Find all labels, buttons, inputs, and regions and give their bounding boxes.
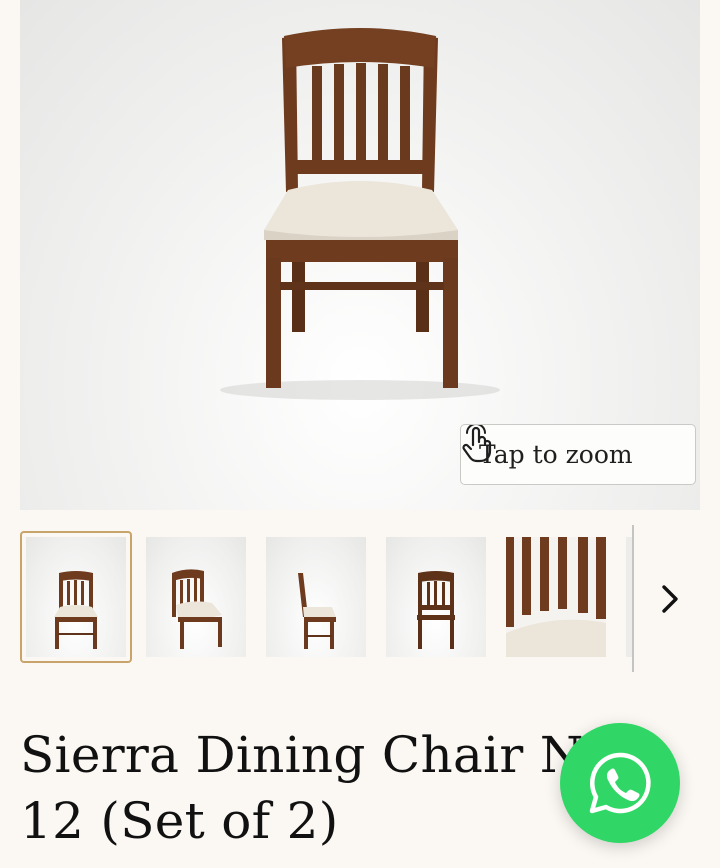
- whatsapp-button[interactable]: [560, 723, 680, 843]
- main-product-image[interactable]: Tap to zoom: [20, 0, 700, 510]
- thumbnail-back[interactable]: [386, 537, 486, 657]
- thumbnail-side[interactable]: [266, 537, 366, 657]
- thumbnail-divider: [632, 525, 634, 672]
- thumbnail-three-quarter[interactable]: [146, 537, 246, 657]
- tap-to-zoom-label: Tap to zoom: [479, 440, 633, 469]
- thumbnail-strip: [0, 525, 720, 675]
- whatsapp-icon: [589, 752, 651, 814]
- chevron-right-icon[interactable]: [655, 581, 687, 617]
- tap-to-zoom-button[interactable]: Tap to zoom: [460, 424, 696, 485]
- thumbnail-front[interactable]: [20, 531, 132, 663]
- thumbnail-detail[interactable]: [506, 537, 606, 657]
- hand-pointer-icon: [462, 425, 492, 463]
